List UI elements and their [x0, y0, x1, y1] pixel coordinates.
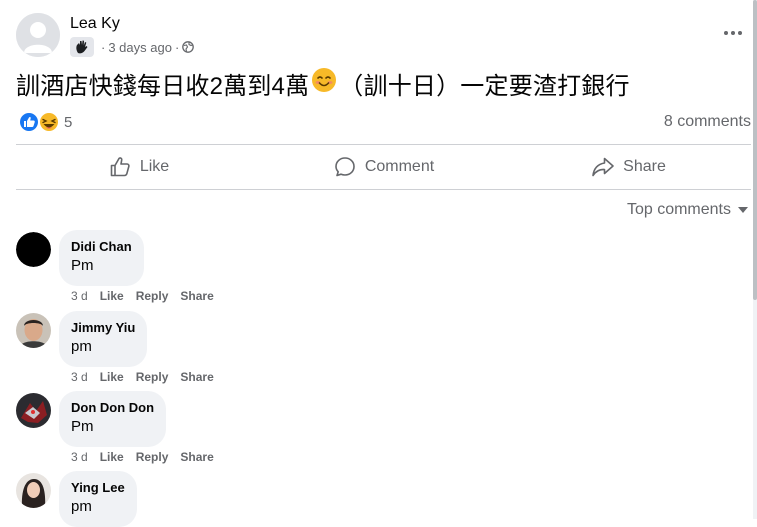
reaction-count[interactable]: 5: [64, 114, 72, 131]
comment-reply-link[interactable]: Reply: [136, 289, 169, 303]
comment-like-link[interactable]: Like: [100, 289, 124, 303]
reactions-row: 5 8 comments: [16, 110, 751, 134]
share-arrow-icon: [591, 155, 615, 179]
commenter-name[interactable]: Didi Chan: [71, 239, 132, 255]
comment-like-link[interactable]: Like: [100, 450, 124, 464]
comment-label: Comment: [364, 158, 435, 175]
like-button[interactable]: Like: [16, 146, 261, 188]
comment-bubble: Didi Chan Pm: [59, 230, 144, 286]
smiling-face-icon: [311, 67, 337, 100]
thumbs-up-icon: [18, 111, 40, 133]
like-label: Like: [139, 158, 170, 175]
action-bar: Like Comment Share: [16, 146, 751, 188]
comment-share-link[interactable]: Share: [180, 289, 213, 303]
comment-share-link[interactable]: Share: [180, 370, 213, 384]
caret-down-icon: [738, 207, 748, 213]
comment-time[interactable]: 3 d: [71, 450, 88, 464]
page-scrollbar[interactable]: [753, 0, 757, 519]
commenter-avatar[interactable]: [16, 393, 51, 428]
comment-like-link[interactable]: Like: [100, 370, 124, 384]
divider-top: [16, 144, 751, 145]
comment-bubble: Jimmy Yiu pm: [59, 311, 148, 367]
comment-time[interactable]: 3 d: [71, 289, 88, 303]
comment-sort-dropdown[interactable]: Top comments: [627, 201, 749, 219]
hand-wave-icon[interactable]: [70, 37, 94, 57]
commenter-avatar[interactable]: [16, 473, 51, 508]
divider-bottom: [16, 189, 751, 190]
share-label: Share: [623, 158, 666, 175]
commenter-name[interactable]: Don Don Don: [71, 400, 154, 416]
post-meta: · 3 days ago ·: [70, 37, 195, 57]
post-time[interactable]: 3 days ago: [108, 40, 172, 55]
globe-icon: [182, 41, 195, 53]
comment-actions: 3 d Like Reply Share: [71, 289, 214, 303]
author-name[interactable]: Lea Ky: [70, 15, 120, 33]
reaction-icons[interactable]: [17, 111, 61, 133]
comments-count[interactable]: 8 comments: [664, 113, 751, 131]
more-options-button[interactable]: [721, 25, 745, 41]
post-header: Lea Ky · 3 days ago ·: [16, 13, 751, 59]
post-text-part1: 訓酒店快錢每日收2萬到4萬: [16, 73, 310, 100]
person-silhouette-icon: [16, 13, 60, 57]
comment-button[interactable]: Comment: [261, 146, 506, 188]
comment-actions: 3 d Like Reply Share: [71, 370, 214, 384]
comment-text: pm: [71, 498, 92, 515]
comment-share-link[interactable]: Share: [180, 450, 213, 464]
more-horizontal-icon: [724, 31, 742, 35]
comment-text: Pm: [71, 257, 94, 274]
post-text-part2: （訓十日）一定要渣打銀行: [339, 73, 630, 100]
comment-text: Pm: [71, 418, 94, 435]
post-text: 訓酒店快錢每日收2萬到4萬 （訓十日）一定要渣打銀行: [16, 66, 630, 101]
commenter-avatar[interactable]: [16, 313, 51, 348]
commenter-avatar[interactable]: [16, 232, 51, 267]
comment-bubble: Don Don Don Pm: [59, 391, 167, 447]
commenter-name[interactable]: Ying Lee: [71, 480, 125, 496]
comment-time[interactable]: 3 d: [71, 370, 88, 384]
comment-reply-link[interactable]: Reply: [136, 370, 169, 384]
comment-text: pm: [71, 338, 92, 355]
share-button[interactable]: Share: [506, 146, 751, 188]
commenter-name[interactable]: Jimmy Yiu: [71, 320, 135, 336]
comment-reply-link[interactable]: Reply: [136, 450, 169, 464]
speech-bubble-icon: [333, 155, 357, 179]
laughing-face-icon: [38, 111, 60, 133]
author-avatar[interactable]: [16, 13, 60, 57]
scrollbar-thumb[interactable]: [753, 0, 757, 300]
comment-actions: 3 d Like Reply Share: [71, 450, 214, 464]
thumbs-up-outline-icon: [108, 155, 132, 179]
sort-label: Top comments: [626, 201, 731, 218]
